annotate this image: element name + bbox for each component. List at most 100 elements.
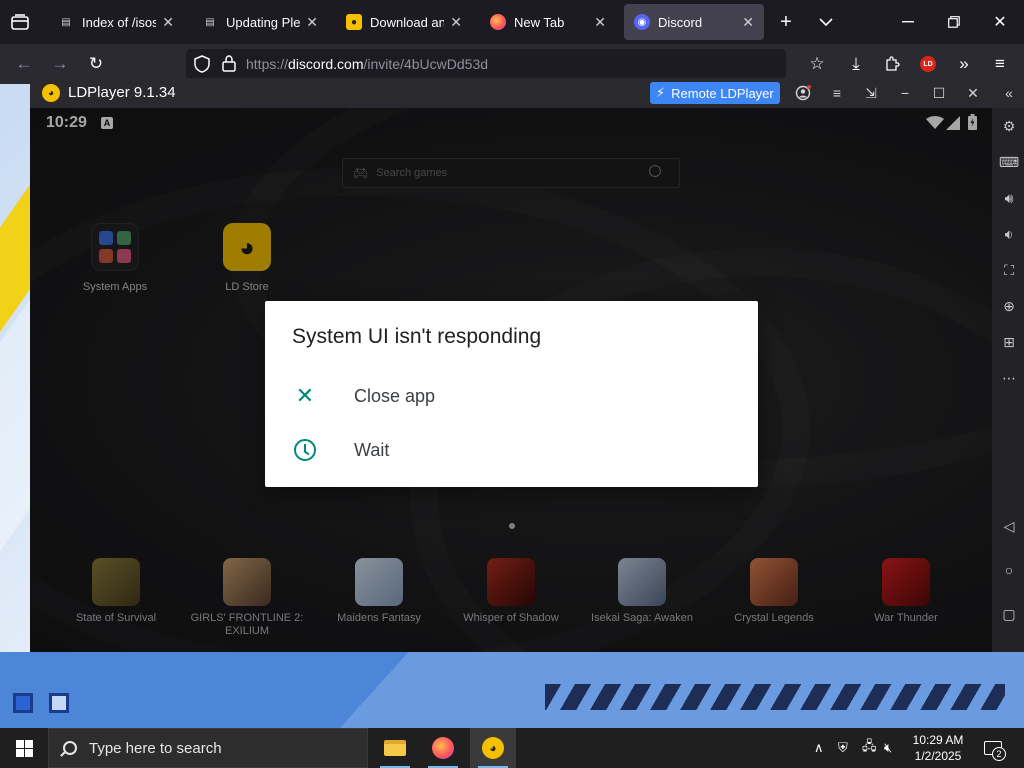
close-tab-icon[interactable]: ✕ bbox=[306, 14, 318, 31]
clock-date: 1/2/2025 bbox=[914, 749, 962, 763]
url-scheme: https:// bbox=[246, 56, 289, 72]
taskbar-search-placeholder: Type here to search bbox=[89, 739, 222, 757]
add-instance-icon[interactable]: ⊞ bbox=[997, 330, 1021, 354]
windows-taskbar: Type here to search ◕ ∧ ⛨ 🖧︎ 🔇︎ 10:29 AM… bbox=[0, 728, 1024, 768]
maximize-icon[interactable]: ☐ bbox=[928, 82, 950, 104]
close-tab-icon[interactable]: ✕ bbox=[742, 14, 754, 31]
tab-index-of-isos[interactable]: ▤ Index of /isos/w ✕ bbox=[48, 4, 184, 40]
close-tab-icon[interactable]: ✕ bbox=[450, 14, 462, 31]
close-app-label: Close app bbox=[354, 385, 436, 406]
extensions-icon[interactable] bbox=[880, 52, 904, 76]
notification-center-button[interactable]: 2 bbox=[980, 736, 1006, 761]
taskbar-search-input[interactable]: Type here to search bbox=[48, 728, 368, 768]
ldplayer-taskbar-button[interactable]: ◕ bbox=[470, 728, 516, 768]
android-home-icon[interactable]: ○ bbox=[997, 558, 1021, 582]
remote-ldplayer-button[interactable]: ⚡ Remote LDPlayer bbox=[650, 82, 780, 104]
browser-tab-bar: ▤ Index of /isos/w ✕ ▤ Updating Please ✕… bbox=[0, 0, 1024, 44]
volume-up-icon[interactable]: 🔊︎ bbox=[997, 186, 1021, 210]
tab-overview-icon[interactable] bbox=[8, 10, 32, 34]
notification-count: 2 bbox=[992, 747, 1006, 761]
ldplayer-icon: ● bbox=[346, 14, 362, 30]
tab-label: New Tab bbox=[514, 14, 565, 30]
shrink-window-icon[interactable]: ⇲ bbox=[860, 82, 882, 104]
minimize-icon[interactable] bbox=[896, 10, 920, 34]
ldplayer-titlebar: ◕ LDPlayer 9.1.34 ⚡ Remote LDPlayer ≡ ⇲ … bbox=[30, 78, 1024, 108]
lightning-icon: ⚡ bbox=[656, 85, 666, 100]
app-not-responding-dialog: System UI isn't responding ✕ Close app W… bbox=[265, 301, 758, 487]
keyboard-icon[interactable]: ⌨ bbox=[997, 150, 1021, 174]
menu-icon[interactable]: ≡ bbox=[826, 82, 848, 104]
close-icon[interactable]: ✕ bbox=[962, 82, 984, 104]
taskbar-clock[interactable]: 10:29 AM 1/2/2025 bbox=[905, 732, 971, 764]
hamburger-menu-icon[interactable]: ≡ bbox=[988, 52, 1012, 76]
list-all-tabs-icon[interactable] bbox=[814, 10, 838, 34]
volume-down-icon[interactable]: 🔉︎ bbox=[997, 222, 1021, 246]
account-icon[interactable] bbox=[792, 82, 814, 104]
url-host: discord.com bbox=[288, 56, 364, 72]
settings-icon[interactable]: ⚙ bbox=[997, 114, 1021, 138]
wait-label: Wait bbox=[354, 439, 390, 460]
clock-icon bbox=[292, 437, 318, 463]
new-tab-icon[interactable]: + bbox=[774, 10, 798, 34]
close-tab-icon[interactable]: ✕ bbox=[162, 14, 174, 31]
android-back-icon[interactable]: ◁ bbox=[997, 514, 1021, 538]
tab-download-ldplayer[interactable]: ● Download and I ✕ bbox=[336, 4, 472, 40]
ldplayer-window: ◕ LDPlayer 9.1.34 ⚡ Remote LDPlayer ≡ ⇲ … bbox=[30, 78, 1024, 652]
ldplayer-title: LDPlayer 9.1.34 bbox=[68, 84, 176, 101]
security-icon[interactable]: ⛨ bbox=[838, 728, 848, 768]
close-app-option[interactable]: ✕ Close app bbox=[265, 371, 758, 421]
start-button[interactable] bbox=[0, 728, 48, 768]
more-options-icon[interactable]: ⋯ bbox=[997, 366, 1021, 390]
show-hidden-icons-icon[interactable]: ∧ bbox=[814, 728, 824, 768]
close-window-icon[interactable]: ✕ bbox=[988, 10, 1012, 34]
tab-updating-please[interactable]: ▤ Updating Please ✕ bbox=[192, 4, 328, 40]
close-icon: ✕ bbox=[295, 383, 315, 408]
bookmark-star-icon[interactable]: ☆ bbox=[805, 52, 829, 76]
wallpaper-square-icon bbox=[13, 693, 33, 713]
more-tools-icon[interactable]: » bbox=[952, 52, 976, 76]
ldplayer-logo-icon: ◕ bbox=[42, 84, 60, 102]
forward-icon[interactable]: → bbox=[48, 52, 72, 76]
wait-option[interactable]: Wait bbox=[265, 425, 758, 475]
close-tab-icon[interactable]: ✕ bbox=[594, 14, 606, 31]
notification-icon: 2 bbox=[984, 741, 1006, 761]
windows-logo-icon bbox=[15, 739, 33, 757]
ldplayer-icon: ◕ bbox=[482, 737, 504, 759]
discord-icon: ◉ bbox=[634, 14, 650, 30]
lock-icon[interactable] bbox=[222, 55, 236, 75]
clock-time: 10:29 AM bbox=[912, 733, 964, 747]
remote-ldplayer-label: Remote LDPlayer bbox=[671, 85, 774, 101]
shield-icon[interactable] bbox=[194, 55, 210, 76]
reload-icon[interactable]: ↻ bbox=[84, 52, 108, 76]
file-icon: ▤ bbox=[205, 16, 215, 28]
fullscreen-icon[interactable]: ⛶ bbox=[997, 258, 1021, 282]
back-icon[interactable]: ← bbox=[12, 52, 36, 76]
install-apk-icon[interactable]: ⊕ bbox=[997, 294, 1021, 318]
downloads-icon[interactable]: ⤓ bbox=[844, 52, 868, 76]
tab-label: Updating Please bbox=[226, 14, 301, 30]
ld-extension-icon[interactable]: LD bbox=[916, 52, 940, 76]
url-bar[interactable]: https://discord.com/invite/4bUcwDd53d bbox=[186, 49, 786, 79]
collapse-sidebar-icon[interactable]: « bbox=[998, 82, 1020, 104]
firefox-icon bbox=[490, 14, 506, 30]
tab-label: Download and I bbox=[370, 14, 445, 30]
search-icon bbox=[63, 741, 77, 755]
file-explorer-button[interactable] bbox=[372, 728, 418, 768]
android-recents-icon[interactable]: ▢ bbox=[997, 602, 1021, 626]
dialog-title: System UI isn't responding bbox=[292, 325, 542, 348]
minimize-icon[interactable]: − bbox=[894, 82, 916, 104]
tab-discord[interactable]: ◉ Discord ✕ bbox=[624, 4, 764, 40]
restore-icon[interactable] bbox=[942, 10, 966, 34]
ldplayer-sidebar: ⚙ ⌨ 🔊︎ 🔉︎ ⛶ ⊕ ⊞ ⋯ ◁ ○ ▢ bbox=[992, 108, 1024, 652]
android-screen: 10:29 A 🎮︎ Search games System Apps ◕ LD… bbox=[30, 108, 992, 652]
volume-muted-icon[interactable]: 🔇︎ bbox=[884, 728, 892, 768]
firefox-taskbar-button[interactable] bbox=[420, 728, 466, 768]
url-path: /invite/4bUcwDd53d bbox=[363, 56, 489, 72]
network-icon[interactable]: 🖧︎ bbox=[862, 728, 877, 768]
tab-new-tab[interactable]: New Tab ✕ bbox=[480, 4, 616, 40]
tab-label: Index of /isos/w bbox=[82, 14, 157, 30]
folder-icon bbox=[384, 740, 406, 756]
wallpaper-square-icon bbox=[49, 693, 69, 713]
tab-label: Discord bbox=[658, 14, 703, 30]
file-icon: ▤ bbox=[61, 16, 71, 28]
